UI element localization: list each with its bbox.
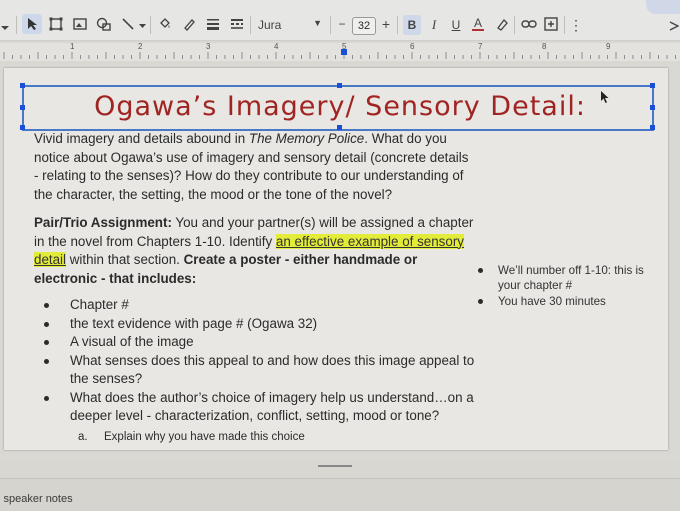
border-weight-icon[interactable] [204, 14, 222, 34]
font-family-value: Jura [258, 18, 282, 32]
line-menu-arrow-icon[interactable] [138, 16, 146, 36]
list-item-text: A visual of the image [70, 334, 194, 349]
requirements-list[interactable]: Chapter # the text evidence with page # … [38, 296, 478, 446]
bullet-dot [44, 395, 49, 401]
text-box-icon[interactable] [46, 14, 66, 34]
list-item: What senses does this appeal to and how … [38, 352, 478, 389]
resize-handle[interactable] [650, 83, 655, 88]
toolbar-divider [16, 16, 17, 34]
toolbar-divider [514, 16, 515, 34]
book-title: The Memory Police [248, 131, 365, 146]
bullet-dot [44, 321, 49, 327]
list-item: the text evidence with page # (Ogawa 32) [38, 315, 478, 334]
link-icon[interactable] [520, 14, 538, 34]
resize-handle[interactable] [337, 83, 342, 88]
add-comment-icon[interactable] [542, 14, 560, 34]
ruler-number: 3 [206, 42, 211, 51]
text-color-swatch [472, 29, 484, 31]
ruler-number: 1 [70, 42, 75, 51]
toolbar: Jura ▼ − 32 + B I U A ⋮ [0, 0, 680, 41]
resize-handle[interactable] [650, 125, 655, 130]
list-item-text: What does the author’s choice of imagery… [70, 389, 474, 424]
sub-list-item: a. Explain why you have made this choice [38, 428, 478, 447]
font-size-input[interactable]: 32 [352, 17, 376, 35]
speaker-notes-panel[interactable]: l speaker notes [0, 478, 680, 511]
ruler-number: 6 [410, 42, 415, 51]
list-item-text: the text evidence with page # (Ogawa 32) [70, 315, 318, 331]
bold-button[interactable]: B [403, 15, 421, 35]
intro-text-before: Vivid imagery and details abound in [34, 131, 249, 146]
ruler-indent-marker[interactable] [341, 49, 347, 55]
assignment-text-2: within that section. [66, 252, 184, 267]
list-item: What does the author’s choice of imagery… [38, 389, 478, 426]
side-note-item: You have 30 minutes [476, 294, 656, 309]
collapse-toolbar-icon[interactable] [668, 16, 680, 36]
slide-title[interactable]: Ogawa’s Imagery/ Sensory Detail: [24, 91, 656, 122]
bullet-dot [44, 358, 49, 364]
highlight-pen-icon[interactable] [494, 14, 510, 34]
bullet-dot [478, 299, 483, 304]
title-text-box[interactable]: Ogawa’s Imagery/ Sensory Detail: [20, 83, 656, 131]
ruler-number: 9 [606, 42, 611, 51]
ruler-number: 8 [542, 42, 547, 51]
ruler-number: 4 [274, 42, 279, 51]
more-options-icon[interactable]: ⋮ [569, 15, 583, 35]
toolbar-divider [250, 16, 251, 34]
side-notes-list[interactable]: We’ll number off 1-10: this is your chap… [476, 263, 656, 310]
side-note-text: You have 30 minutes [498, 295, 606, 308]
ruler-number: 2 [138, 42, 143, 51]
border-dash-icon[interactable] [228, 14, 246, 34]
border-color-icon[interactable] [180, 14, 198, 34]
image-icon[interactable] [70, 14, 90, 34]
slide: Ogawa’s Imagery/ Sensory Detail: Vivid i… [4, 68, 668, 450]
bullet-dot [44, 303, 49, 308]
underline-button[interactable]: U [448, 15, 464, 35]
speaker-notes-label: l speaker notes [0, 493, 73, 505]
increase-font-size-button[interactable]: + [380, 14, 392, 34]
assignment-label: Pair/Trio Assignment: [34, 215, 172, 230]
select-pointer-icon[interactable] [22, 14, 42, 34]
fill-color-icon[interactable] [156, 14, 174, 34]
text-color-button[interactable]: A [470, 14, 486, 34]
ruler-number: 7 [478, 42, 483, 51]
chevron-down-icon[interactable] [0, 18, 10, 38]
bullet-dot [478, 268, 483, 273]
assignment-paragraph[interactable]: Pair/Trio Assignment: You and your partn… [34, 214, 474, 288]
ruler-ticks [3, 52, 676, 59]
list-item: Chapter # [38, 296, 478, 315]
line-icon[interactable] [118, 14, 138, 34]
decrease-font-size-button[interactable]: − [336, 14, 348, 34]
toolbar-divider [397, 16, 398, 34]
mouse-cursor-icon [601, 91, 609, 103]
side-note-text: We’ll number off 1-10: this is your chap… [498, 264, 644, 292]
italic-button[interactable]: I [426, 15, 442, 35]
list-item-text: What senses does this appeal to and how … [70, 352, 475, 387]
resize-handle[interactable] [20, 125, 25, 130]
toolbar-divider [150, 16, 151, 34]
chevron-down-icon: ▼ [313, 18, 322, 28]
share-button[interactable] [646, 0, 680, 14]
scroll-indicator[interactable] [318, 465, 352, 467]
font-family-select[interactable]: Jura ▼ [258, 15, 324, 35]
sub-list-letter: a. [78, 430, 88, 443]
text-color-letter: A [473, 16, 482, 30]
intro-paragraph[interactable]: Vivid imagery and details abound in The … [34, 130, 474, 204]
side-note-item: We’ll number off 1-10: this is your chap… [476, 263, 656, 293]
ruler: 1 2 3 4 5 6 7 8 9 [0, 42, 680, 61]
toolbar-divider [564, 16, 565, 34]
list-item: A visual of the image [38, 333, 478, 352]
toolbar-divider [330, 16, 331, 34]
bullet-dot [44, 340, 49, 345]
resize-handle[interactable] [20, 83, 25, 88]
list-item-text: Chapter # [70, 297, 129, 312]
sub-list-text: Explain why you have made this choice [104, 430, 305, 443]
shape-icon[interactable] [94, 14, 114, 34]
